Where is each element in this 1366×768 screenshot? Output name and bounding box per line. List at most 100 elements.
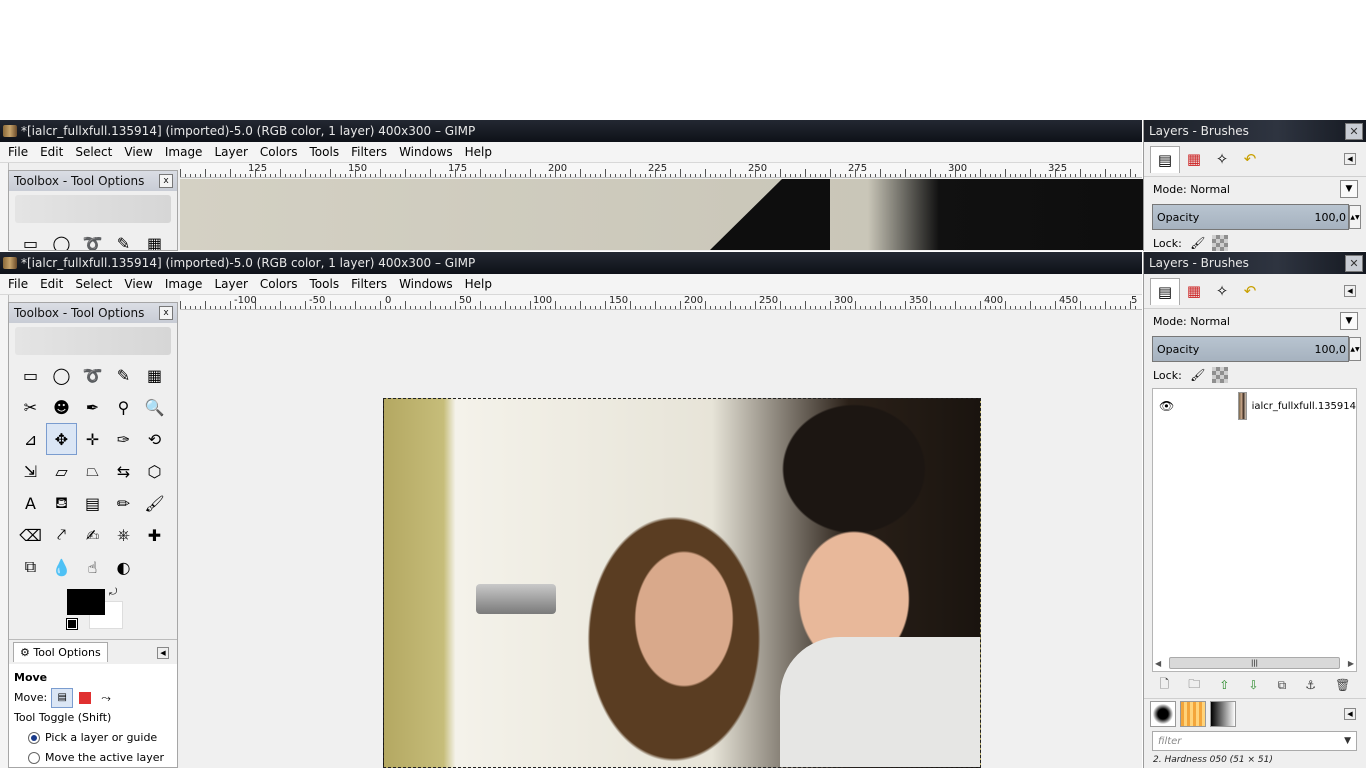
chevron-down-icon[interactable]: ▼ bbox=[1344, 736, 1351, 746]
lower-layer-icon[interactable]: ⇩ bbox=[1249, 678, 1259, 692]
close-icon[interactable]: ✕ bbox=[1345, 254, 1363, 272]
undo-tab-icon[interactable]: ↶ bbox=[1236, 278, 1264, 304]
move-layer-icon[interactable]: ▤ bbox=[51, 688, 74, 708]
brush-filter-input[interactable]: filter ▼ bbox=[1152, 731, 1357, 751]
patterns-tab-icon[interactable] bbox=[1180, 701, 1206, 727]
move-path-icon[interactable]: ⤳ bbox=[101, 688, 111, 708]
blur-icon[interactable]: 💧 bbox=[46, 551, 77, 583]
free-select-icon[interactable]: ➰ bbox=[77, 359, 108, 391]
menu-filters[interactable]: Filters bbox=[345, 277, 393, 291]
menu-help[interactable]: Help bbox=[459, 145, 498, 159]
opacity-slider[interactable]: Opacity 100,0 ▲▼ bbox=[1152, 336, 1361, 362]
fuzzy-select-icon[interactable]: ✎ bbox=[108, 359, 139, 391]
dock-titlebar[interactable]: Layers - Brushes ✕ bbox=[1144, 120, 1366, 142]
lock-pixels-icon[interactable]: 🖌 bbox=[1190, 235, 1206, 251]
scroll-right-icon[interactable]: ▶ bbox=[1348, 659, 1354, 668]
new-layer-icon[interactable]: 🗋 bbox=[1160, 675, 1170, 696]
foreground-color-swatch[interactable] bbox=[67, 589, 105, 615]
select-by-color-icon[interactable]: ▦ bbox=[139, 359, 170, 391]
menu-windows[interactable]: Windows bbox=[393, 277, 459, 291]
close-icon[interactable]: x bbox=[159, 306, 173, 320]
radio-pick-layer[interactable] bbox=[28, 732, 40, 744]
chevron-down-icon[interactable]: ▼ bbox=[1340, 180, 1358, 198]
menu-edit[interactable]: Edit bbox=[34, 145, 69, 159]
radio-move-active[interactable] bbox=[28, 752, 40, 764]
panel-menu-arrow-icon[interactable]: ◀ bbox=[157, 647, 169, 659]
menu-tools[interactable]: Tools bbox=[304, 277, 346, 291]
layers-tab-icon[interactable]: ▤ bbox=[1150, 277, 1180, 305]
fuzzy-select-icon[interactable]: ✎ bbox=[108, 227, 139, 251]
default-colors-icon[interactable] bbox=[66, 618, 78, 630]
free-select-icon[interactable]: ➰ bbox=[77, 227, 108, 251]
shear-icon[interactable]: ▱ bbox=[46, 455, 77, 487]
raise-layer-icon[interactable]: ⇧ bbox=[1219, 678, 1229, 692]
duplicate-layer-icon[interactable]: ⧉ bbox=[1278, 678, 1287, 693]
zoom-icon[interactable]: 🔍 bbox=[139, 391, 170, 423]
heal-icon[interactable]: ✚ bbox=[139, 519, 170, 551]
pick-layer-option[interactable]: Pick a layer or guide bbox=[14, 728, 172, 748]
eye-icon[interactable]: 👁 bbox=[1159, 399, 1174, 413]
menu-image[interactable]: Image bbox=[159, 277, 209, 291]
menu-help[interactable]: Help bbox=[459, 277, 498, 291]
paintbrush-icon[interactable]: 🖌 bbox=[139, 487, 170, 519]
clone-icon[interactable]: ⎈ bbox=[108, 519, 139, 551]
channels-tab-icon[interactable]: ▦ bbox=[1180, 146, 1208, 172]
new-group-icon[interactable]: 🗀 bbox=[1188, 675, 1200, 696]
menu-layer[interactable]: Layer bbox=[208, 277, 253, 291]
undo-tab-icon[interactable]: ↶ bbox=[1236, 146, 1264, 172]
horizontal-ruler[interactable]: 125 150 175 200 225 250 275 300 325 bbox=[180, 163, 1142, 178]
move-active-option[interactable]: Move the active layer bbox=[14, 748, 172, 767]
menu-view[interactable]: View bbox=[118, 277, 158, 291]
measure-icon[interactable]: ⊿ bbox=[15, 423, 46, 455]
layer-name[interactable]: ialcr_fullxfull.135914 bbox=[1252, 401, 1356, 412]
opacity-spin[interactable]: ▲▼ bbox=[1349, 337, 1361, 361]
menu-select[interactable]: Select bbox=[69, 145, 118, 159]
toolbox-titlebar[interactable]: Toolbox - Tool Options x bbox=[9, 303, 177, 323]
align-icon[interactable]: ✛ bbox=[77, 423, 108, 455]
delete-layer-icon[interactable]: 🗑 bbox=[1335, 678, 1350, 692]
menu-view[interactable]: View bbox=[118, 145, 158, 159]
chevron-down-icon[interactable]: ▼ bbox=[1340, 312, 1358, 330]
panel-menu-arrow-icon[interactable]: ◀ bbox=[1344, 708, 1356, 720]
paths-tab-icon[interactable]: ✧ bbox=[1208, 146, 1236, 172]
foreground-select-icon[interactable]: ☻ bbox=[46, 391, 77, 423]
menu-edit[interactable]: Edit bbox=[34, 277, 69, 291]
dock-menu-arrow-icon[interactable]: ◀ bbox=[1344, 153, 1356, 165]
airbrush-icon[interactable]: ⤤ bbox=[46, 519, 77, 551]
blend-icon[interactable]: ▤ bbox=[77, 487, 108, 519]
pencil-icon[interactable]: ✏ bbox=[108, 487, 139, 519]
menu-colors[interactable]: Colors bbox=[254, 145, 304, 159]
opacity-slider[interactable]: Opacity 100,0 ▲▼ bbox=[1152, 204, 1361, 230]
select-by-color-icon[interactable]: ▦ bbox=[139, 227, 170, 251]
menu-select[interactable]: Select bbox=[69, 277, 118, 291]
menu-tools[interactable]: Tools bbox=[304, 145, 346, 159]
scissors-icon[interactable]: ✂ bbox=[15, 391, 46, 423]
gradients-tab-icon[interactable] bbox=[1210, 701, 1236, 727]
dock-titlebar[interactable]: Layers - Brushes ✕ bbox=[1144, 252, 1366, 274]
layer-row[interactable]: 👁 ialcr_fullxfull.135914 bbox=[1153, 389, 1356, 423]
menu-filters[interactable]: Filters bbox=[345, 145, 393, 159]
eraser-icon[interactable]: ⌫ bbox=[15, 519, 46, 551]
mode-value[interactable]: Normal bbox=[1190, 315, 1230, 328]
horizontal-ruler[interactable]: -100 -50 0 50 100 150 200 250 300 350 40… bbox=[180, 295, 1142, 310]
menu-file[interactable]: File bbox=[2, 277, 34, 291]
cage-icon[interactable]: ⬡ bbox=[139, 455, 170, 487]
layers-hscrollbar[interactable]: ◀ ||| ▶ bbox=[1155, 657, 1354, 669]
scroll-thumb[interactable]: ||| bbox=[1169, 657, 1340, 669]
mode-value[interactable]: Normal bbox=[1190, 183, 1230, 196]
paths-icon[interactable]: ✒ bbox=[77, 391, 108, 423]
close-icon[interactable]: ✕ bbox=[1345, 122, 1363, 140]
dodge-burn-icon[interactable]: ◐ bbox=[108, 551, 139, 583]
menu-image[interactable]: Image bbox=[159, 145, 209, 159]
text-icon[interactable]: A bbox=[15, 487, 46, 519]
perspective-clone-icon[interactable]: ⧉ bbox=[15, 551, 46, 583]
brushes-tab-icon[interactable] bbox=[1150, 701, 1176, 727]
ink-icon[interactable]: ✍ bbox=[77, 519, 108, 551]
flip-icon[interactable]: ⇆ bbox=[108, 455, 139, 487]
menu-windows[interactable]: Windows bbox=[393, 145, 459, 159]
smudge-icon[interactable]: ☝ bbox=[77, 551, 108, 583]
move-selection-icon[interactable] bbox=[79, 692, 92, 704]
lock-alpha-icon[interactable] bbox=[1211, 235, 1228, 251]
lock-alpha-icon[interactable] bbox=[1211, 367, 1228, 383]
swap-colors-icon[interactable]: ⤾ bbox=[109, 587, 117, 598]
